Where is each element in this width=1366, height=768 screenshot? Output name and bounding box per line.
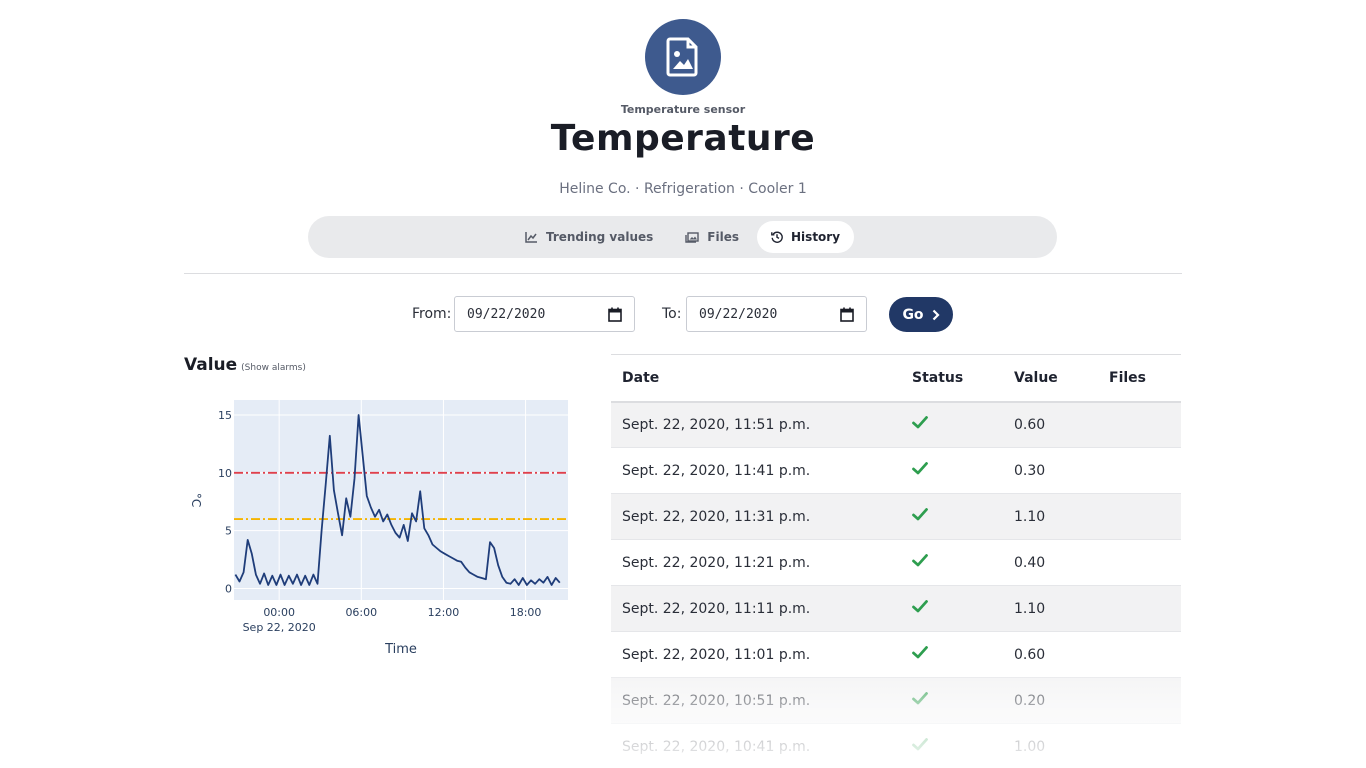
cell-value: 1.10	[1003, 585, 1098, 632]
go-button[interactable]: Go	[889, 297, 953, 332]
cell-value: 0.60	[1003, 401, 1098, 448]
plot-area	[234, 400, 568, 600]
history-icon	[771, 231, 783, 243]
calendar-icon[interactable]	[608, 307, 622, 322]
check-icon	[912, 600, 928, 613]
calendar-icon[interactable]	[840, 307, 854, 322]
check-icon	[912, 462, 928, 475]
cell-status	[901, 585, 1003, 632]
tab-trending-values[interactable]: Trending values	[511, 221, 667, 253]
x-axis-label: Time	[384, 642, 417, 657]
cell-status	[901, 447, 1003, 494]
cell-files	[1098, 677, 1181, 724]
check-icon	[912, 508, 928, 521]
from-date-input[interactable]: 09/22/2020	[454, 296, 635, 332]
check-icon	[912, 416, 928, 429]
from-label: From:	[412, 306, 452, 322]
file-image-icon	[666, 37, 698, 77]
tab-history[interactable]: History	[757, 221, 855, 253]
check-icon	[912, 554, 928, 567]
cell-date: Sept. 22, 2020, 11:51 p.m.	[611, 401, 901, 448]
cell-date: Sept. 22, 2020, 11:41 p.m.	[611, 447, 901, 494]
cell-files	[1098, 631, 1181, 678]
cell-date: Sept. 22, 2020, 11:11 p.m.	[611, 585, 901, 632]
x-tick-label: 06:00	[345, 606, 377, 619]
y-tick-label: 15	[218, 409, 232, 422]
cell-value: 0.20	[1003, 677, 1098, 724]
x-tick-label: 00:00	[263, 606, 295, 619]
cell-status	[901, 493, 1003, 540]
to-label: To:	[662, 306, 682, 322]
table-row[interactable]: Sept. 22, 2020, 10:51 p.m. 0.20	[611, 677, 1181, 724]
table-row[interactable]: Sept. 22, 2020, 11:21 p.m. 0.40	[611, 539, 1181, 586]
y-tick-label: 10	[218, 467, 232, 480]
cell-files	[1098, 539, 1181, 586]
check-icon	[912, 738, 928, 751]
to-date-input[interactable]: 09/22/2020	[686, 296, 867, 332]
column-header-status[interactable]: Status	[901, 354, 1003, 403]
tab-label: History	[791, 230, 841, 244]
table-row[interactable]: Sept. 22, 2020, 11:31 p.m. 1.10	[611, 493, 1181, 540]
cell-date: Sept. 22, 2020, 10:51 p.m.	[611, 677, 901, 724]
temperature-chart: 051015 00:00 06:00 12:00 18:00Sep 22, 2020 …	[189, 400, 568, 657]
x-date-label: Sep 22, 2020	[243, 621, 316, 634]
cell-status	[901, 723, 1003, 768]
table-row[interactable]: Sept. 22, 2020, 11:11 p.m. 1.10	[611, 585, 1181, 632]
images-icon	[685, 231, 699, 243]
cell-files	[1098, 723, 1181, 768]
y-tick-label: 5	[225, 525, 232, 538]
cell-status	[901, 631, 1003, 678]
y-tick-label: 0	[225, 582, 232, 595]
history-table: Date Status Value Files Sept. 22, 2020, …	[611, 354, 1181, 768]
cell-date: Sept. 22, 2020, 11:31 p.m.	[611, 493, 901, 540]
page-title: Temperature	[550, 118, 816, 159]
cell-value: 1.00	[1003, 723, 1098, 768]
tab-files[interactable]: Files	[671, 221, 753, 253]
chart-header: Value (Show alarms)	[184, 355, 306, 375]
cell-value: 0.40	[1003, 539, 1098, 586]
table-row[interactable]: Sept. 22, 2020, 11:51 p.m. 0.60	[611, 401, 1181, 448]
tab-label: Files	[707, 230, 740, 244]
x-tick-label: 18:00	[510, 606, 542, 619]
x-tick-label: 12:00	[428, 606, 460, 619]
sensor-avatar	[645, 19, 721, 95]
breadcrumb: Heline Co. · Refrigeration · Cooler 1	[559, 181, 807, 197]
column-header-files[interactable]: Files	[1098, 354, 1181, 403]
cell-files	[1098, 585, 1181, 632]
table-row[interactable]: Sept. 22, 2020, 11:01 p.m. 0.60	[611, 631, 1181, 678]
cell-value: 1.10	[1003, 493, 1098, 540]
cell-status	[901, 401, 1003, 448]
cell-date: Sept. 22, 2020, 10:41 p.m.	[611, 723, 901, 768]
show-alarms-link[interactable]: (Show alarms)	[241, 363, 306, 373]
cell-value: 0.30	[1003, 447, 1098, 494]
from-date-value: 09/22/2020	[467, 306, 546, 322]
table-header-row: Date Status Value Files	[611, 354, 1181, 403]
header-divider	[184, 273, 1182, 274]
table-row[interactable]: Sept. 22, 2020, 11:41 p.m. 0.30	[611, 447, 1181, 494]
y-axis-label: °C	[189, 493, 203, 507]
cell-files	[1098, 493, 1181, 540]
cell-status	[901, 539, 1003, 586]
cell-files	[1098, 447, 1181, 494]
cell-status	[901, 677, 1003, 724]
line-chart-icon	[525, 231, 537, 243]
column-header-date[interactable]: Date	[611, 354, 901, 403]
check-icon	[912, 646, 928, 659]
sensor-type: Temperature sensor	[620, 103, 746, 116]
cell-date: Sept. 22, 2020, 11:01 p.m.	[611, 631, 901, 678]
tab-label: Trending values	[545, 230, 654, 244]
chevron-right-icon	[932, 309, 940, 320]
table-row[interactable]: Sept. 22, 2020, 10:41 p.m. 1.00	[611, 723, 1181, 768]
to-date-value: 09/22/2020	[699, 306, 778, 322]
tab-bar: Trending values Files History	[308, 216, 1057, 258]
chart-title: Value	[184, 355, 238, 375]
column-header-value[interactable]: Value	[1003, 354, 1098, 403]
cell-date: Sept. 22, 2020, 11:21 p.m.	[611, 539, 901, 586]
cell-files	[1098, 401, 1181, 448]
check-icon	[912, 692, 928, 705]
cell-value: 0.60	[1003, 631, 1098, 678]
go-label: Go	[902, 306, 924, 323]
